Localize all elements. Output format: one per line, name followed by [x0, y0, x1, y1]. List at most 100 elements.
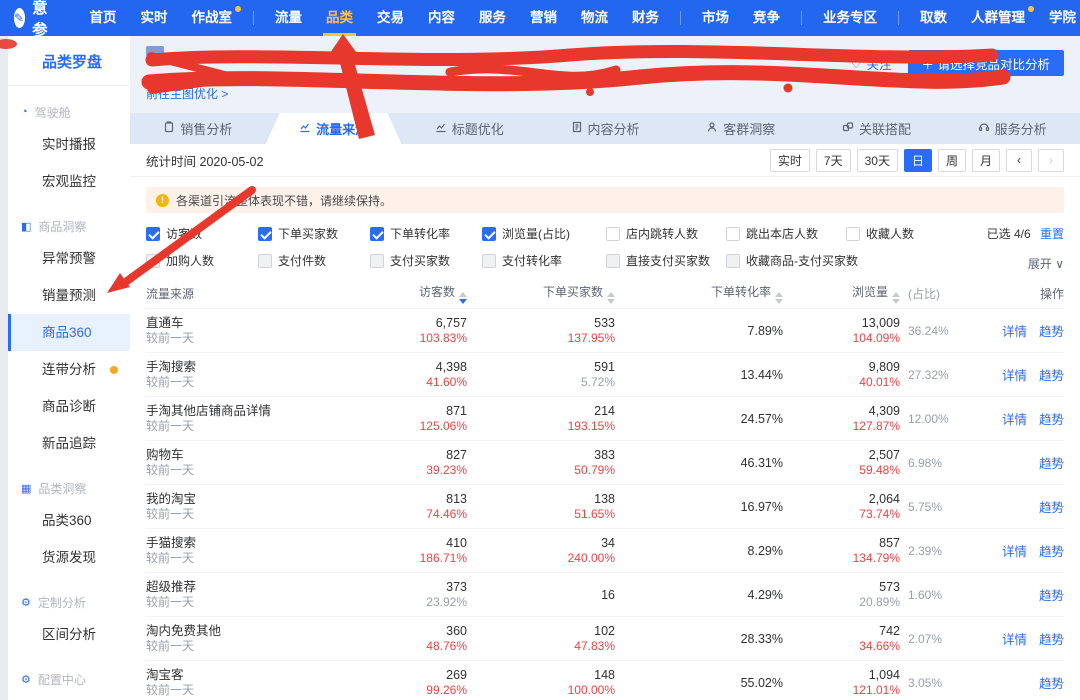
range-button[interactable]: 月: [972, 149, 1000, 172]
action-link[interactable]: 趋势: [1039, 409, 1064, 428]
nav-item[interactable]: 服务: [467, 0, 518, 36]
nav-item[interactable]: 交易: [365, 0, 416, 36]
action-link[interactable]: 详情: [1002, 365, 1027, 384]
checkbox-checked[interactable]: [482, 227, 496, 241]
nav-item[interactable]: 实时: [129, 0, 180, 36]
metric-checkbox[interactable]: 访客数: [146, 225, 258, 242]
expand-toggle[interactable]: 展开 ∨: [987, 255, 1064, 272]
goto-main-image-link[interactable]: 前往主图优化 >: [146, 85, 228, 102]
action-link[interactable]: 详情: [1002, 629, 1027, 648]
checkbox-unchecked[interactable]: [606, 227, 620, 241]
metric-checkbox[interactable]: 支付买家数: [370, 252, 482, 269]
col-header[interactable]: 访客数: [371, 283, 467, 304]
sidebar-item[interactable]: 区间分析: [8, 616, 130, 653]
checkbox-checked[interactable]: [258, 227, 272, 241]
compare-button[interactable]: ＋ 请选择竞品对比分析: [908, 50, 1064, 76]
tab-sales[interactable]: 销售分析: [130, 113, 266, 144]
tab-title[interactable]: 标题优化: [401, 113, 537, 144]
metric-checkbox[interactable]: 加购人数: [146, 252, 258, 269]
brand[interactable]: ✎ 生意参谋: [14, 0, 58, 62]
sidebar-item[interactable]: 商品360: [8, 314, 130, 351]
sidebar-item[interactable]: 新品追踪: [8, 425, 130, 462]
tab-traffic[interactable]: 流量来源: [266, 113, 402, 144]
checkbox-unchecked[interactable]: [370, 254, 384, 268]
nav-item[interactable]: 取数: [908, 0, 959, 36]
action-link[interactable]: 趋势: [1039, 453, 1064, 472]
action-link[interactable]: 趋势: [1039, 497, 1064, 516]
nav-item[interactable]: 品类: [314, 0, 365, 36]
nav-item[interactable]: 财务: [620, 0, 671, 36]
tab-audience[interactable]: 客群洞察: [673, 113, 809, 144]
metric-checkbox[interactable]: 店内跳转人数: [606, 225, 726, 242]
follow-button[interactable]: ♡ 关注: [850, 54, 892, 73]
action-link[interactable]: 趋势: [1039, 673, 1064, 692]
nav-item[interactable]: 市场: [690, 0, 741, 36]
action-link[interactable]: 详情: [1002, 321, 1027, 340]
sort-icon[interactable]: [607, 292, 615, 304]
sidebar-item[interactable]: 品类360: [8, 502, 130, 539]
checkbox-unchecked[interactable]: [726, 227, 740, 241]
range-button[interactable]: 实时: [770, 149, 810, 172]
nav-item[interactable]: 流量: [263, 0, 314, 36]
reset-button[interactable]: 重置: [1040, 227, 1064, 241]
col-header[interactable]: 下单转化率: [615, 283, 783, 304]
tab-relate[interactable]: 关联搭配: [809, 113, 945, 144]
product-thumbnail[interactable]: [146, 46, 164, 64]
range-button[interactable]: 7天: [816, 149, 851, 172]
metric-checkbox[interactable]: 收藏商品-支付买家数: [726, 252, 858, 269]
metric-checkbox[interactable]: 浏览量(占比): [482, 225, 606, 242]
category-insight-icon: ▦: [21, 482, 31, 495]
metric-checkbox[interactable]: 支付件数: [258, 252, 370, 269]
checkbox-unchecked[interactable]: [258, 254, 272, 268]
action-link[interactable]: 趋势: [1039, 541, 1064, 560]
sort-icon[interactable]: [892, 292, 900, 304]
tab-service[interactable]: 服务分析: [944, 113, 1080, 144]
action-link[interactable]: 趋势: [1039, 585, 1064, 604]
sidebar-item[interactable]: 配置计划: [8, 693, 130, 700]
checkbox-unchecked[interactable]: [846, 227, 860, 241]
sidebar-item[interactable]: 宏观监控: [8, 163, 130, 200]
checkbox-checked[interactable]: [146, 227, 160, 241]
checkbox-unchecked[interactable]: [482, 254, 496, 268]
sort-icon[interactable]: [775, 292, 783, 304]
nav-item[interactable]: 学院: [1037, 0, 1080, 36]
nav-item[interactable]: 人群管理: [959, 0, 1037, 36]
sidebar-item[interactable]: 销量预测: [8, 277, 130, 314]
col-header[interactable]: 下单买家数: [467, 283, 615, 304]
nav-item[interactable]: 物流: [569, 0, 620, 36]
nav-item[interactable]: 营销: [518, 0, 569, 36]
metric-checkbox[interactable]: 下单买家数: [258, 225, 370, 242]
range-button[interactable]: 日: [904, 149, 932, 172]
range-button[interactable]: 周: [938, 149, 966, 172]
action-link[interactable]: 趋势: [1039, 321, 1064, 340]
sidebar-item[interactable]: 实时播报: [8, 126, 130, 163]
col-header[interactable]: 浏览量: [783, 283, 900, 304]
action-link[interactable]: 详情: [1002, 409, 1027, 428]
prev-button[interactable]: ‹: [1006, 149, 1032, 172]
checkbox-checked[interactable]: [370, 227, 384, 241]
nav-item[interactable]: 业务专区: [811, 0, 889, 36]
action-link[interactable]: 趋势: [1039, 365, 1064, 384]
action-link[interactable]: 趋势: [1039, 629, 1064, 648]
nav-item[interactable]: 内容: [416, 0, 467, 36]
metric-checkbox[interactable]: 直接支付买家数: [606, 252, 726, 269]
metric-checkbox[interactable]: 支付转化率: [482, 252, 606, 269]
sidebar-item[interactable]: 商品诊断: [8, 388, 130, 425]
range-button[interactable]: 30天: [857, 149, 898, 172]
tab-contentdoc[interactable]: 内容分析: [537, 113, 673, 144]
metric-checkbox[interactable]: 下单转化率: [370, 225, 482, 242]
nav-item[interactable]: 竞争: [741, 0, 792, 36]
sidebar-item[interactable]: 连带分析: [8, 351, 130, 388]
nav-item[interactable]: 作战室: [180, 0, 245, 36]
checkbox-unchecked[interactable]: [146, 254, 160, 268]
metric-checkbox[interactable]: 收藏人数: [846, 225, 914, 242]
sidebar-item[interactable]: 货源发现: [8, 539, 130, 576]
checkbox-unchecked[interactable]: [726, 254, 740, 268]
buyers-value: 383: [467, 447, 615, 463]
sort-icon[interactable]: [459, 292, 467, 304]
action-link[interactable]: 详情: [1002, 541, 1027, 560]
sidebar-item[interactable]: 异常预警: [8, 240, 130, 277]
checkbox-unchecked[interactable]: [606, 254, 620, 268]
metric-checkbox[interactable]: 跳出本店人数: [726, 225, 846, 242]
nav-item[interactable]: 首页: [78, 0, 129, 36]
